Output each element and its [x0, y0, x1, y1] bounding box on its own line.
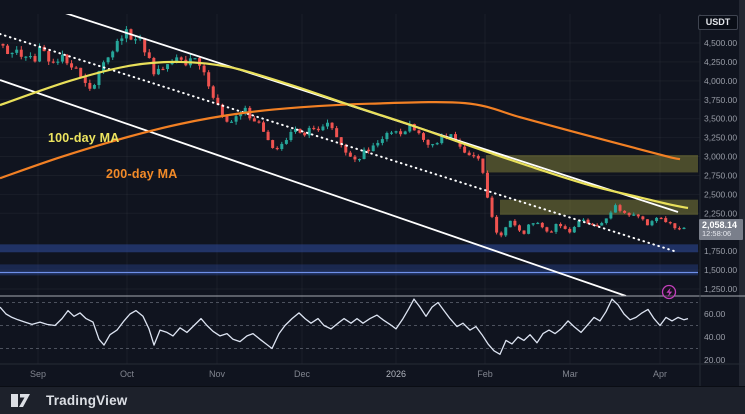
scroll-edge[interactable]	[739, 0, 745, 386]
x-axis-label: Oct	[120, 369, 135, 379]
y-axis-tick: 3,000.00	[704, 152, 737, 162]
y-axis-tick: 2,750.00	[704, 170, 737, 180]
x-axis-label: Feb	[477, 369, 493, 379]
flash-icon[interactable]	[661, 284, 677, 300]
x-axis-label: Dec	[294, 369, 311, 379]
y-axis-tick: 1,750.00	[704, 246, 737, 256]
y-axis-tick: 3,750.00	[704, 95, 737, 105]
y-axis-tick: 4,500.00	[704, 38, 737, 48]
x-axis-label: Nov	[209, 369, 226, 379]
tradingview-chart-page: Sheyanne created with TradingView.com, A…	[0, 0, 745, 414]
x-axis-label: Mar	[562, 369, 578, 379]
y-axis-tick: 4,250.00	[704, 57, 737, 67]
ma100-label: 100-day MA	[48, 131, 120, 145]
y-axis-tick: 3,500.00	[704, 114, 737, 124]
y-axis-tick: 4,000.00	[704, 76, 737, 86]
support-zone-lower	[0, 264, 698, 276]
x-axis-label: 2026	[386, 369, 406, 379]
footer-bar: TradingView	[0, 386, 745, 414]
resistance-zone-upper	[486, 155, 698, 173]
y-axis-tick: 1,250.00	[704, 284, 737, 294]
bar-countdown: 12:58:06	[702, 229, 732, 238]
rsi-axis-tick: 40.00	[704, 332, 726, 342]
tradingview-logo-icon[interactable]	[11, 393, 38, 409]
tradingview-wordmark[interactable]: TradingView	[46, 393, 127, 408]
currency-axis-badge[interactable]: USDT	[698, 15, 738, 30]
x-axis-label: Sep	[30, 369, 46, 379]
x-axis-label: Apr	[653, 369, 667, 379]
y-axis-tick: 3,250.00	[704, 133, 737, 143]
resistance-zone-lower	[500, 199, 698, 215]
rsi-axis-tick: 20.00	[704, 355, 726, 365]
support-zone-upper	[0, 244, 698, 253]
y-axis-tick: 1,500.00	[704, 265, 737, 275]
y-axis-tick: 2,500.00	[704, 189, 737, 199]
chart-canvas[interactable]: 4,500.00 4,250.00 4,000.00 3,750.00 3,500.00…	[0, 0, 745, 414]
last-price-badge: 2,058.14 12:58:06	[699, 219, 743, 240]
ma200-label: 200-day MA	[106, 167, 178, 181]
rsi-axis-tick: 60.00	[704, 309, 726, 319]
y-axis-tick: 2,250.00	[704, 208, 737, 218]
